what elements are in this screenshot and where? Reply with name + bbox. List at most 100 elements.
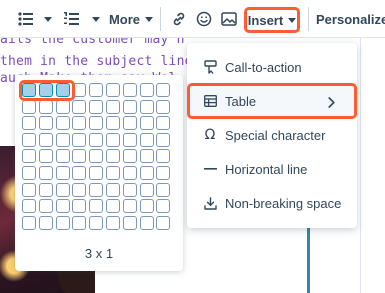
table-grid-cell[interactable]: [38, 149, 53, 164]
table-grid-cell[interactable]: [22, 165, 36, 180]
table-grid-cell[interactable]: [22, 182, 36, 197]
table-grid-cell[interactable]: [22, 99, 36, 114]
table-grid-cell[interactable]: [156, 116, 171, 131]
table-grid-cell[interactable]: [156, 149, 171, 164]
menu-item-non-breaking-space[interactable]: Non-breaking space: [187, 186, 357, 220]
menu-item-call-to-action[interactable]: Call-to-action: [187, 50, 357, 84]
table-grid-cell[interactable]: [105, 83, 120, 97]
table-grid-cell[interactable]: [38, 99, 53, 114]
table-grid-cell[interactable]: [89, 83, 104, 97]
table-grid-cell[interactable]: [72, 149, 87, 164]
table-grid-cell[interactable]: [22, 199, 36, 214]
table-grid-cell[interactable]: [105, 215, 120, 230]
table-grid-cell[interactable]: [89, 149, 104, 164]
table-grid-cell[interactable]: [139, 83, 154, 97]
table-grid-cell[interactable]: [105, 116, 120, 131]
numbered-list-button[interactable]: [60, 0, 84, 38]
table-grid-cell[interactable]: [38, 199, 53, 214]
table-grid-cell[interactable]: [89, 199, 104, 214]
table-grid-cell[interactable]: [156, 99, 171, 114]
emoji-button[interactable]: [193, 0, 215, 38]
table-grid-cell[interactable]: [55, 199, 70, 214]
table-grid-cell[interactable]: [139, 149, 154, 164]
table-grid-cell[interactable]: [38, 83, 53, 97]
toolbar-divider: [308, 7, 309, 31]
table-grid-cell[interactable]: [38, 182, 53, 197]
menu-item-horizontal-line[interactable]: Horizontal line: [187, 152, 357, 186]
table-grid-cell[interactable]: [122, 116, 137, 131]
table-grid-cell[interactable]: [139, 165, 154, 180]
more-button[interactable]: More: [106, 0, 156, 38]
omega-icon: Ω: [204, 127, 216, 143]
table-grid-cell[interactable]: [156, 199, 171, 214]
table-grid-cell[interactable]: [55, 149, 70, 164]
table-grid-cell[interactable]: [105, 132, 120, 147]
table-grid-cell[interactable]: [89, 132, 104, 147]
menu-item-special-character[interactable]: Ω Special character: [187, 118, 357, 152]
table-grid-cell[interactable]: [55, 165, 70, 180]
table-grid-cell[interactable]: [55, 116, 70, 131]
table-grid-cell[interactable]: [139, 199, 154, 214]
table-grid-cell[interactable]: [156, 132, 171, 147]
table-grid-cell[interactable]: [89, 215, 104, 230]
personalize-button[interactable]: Personalize: [316, 0, 385, 38]
table-grid-cell[interactable]: [55, 99, 70, 114]
table-grid-cell[interactable]: [122, 165, 137, 180]
table-grid-cell[interactable]: [105, 199, 120, 214]
table-grid-cell[interactable]: [72, 215, 87, 230]
table-grid-cell[interactable]: [55, 83, 70, 97]
table-grid-cell[interactable]: [122, 83, 137, 97]
table-grid-cell[interactable]: [38, 116, 53, 131]
table-grid-cell[interactable]: [122, 182, 137, 197]
table-grid-cell[interactable]: [105, 165, 120, 180]
chevron-down-icon: [91, 16, 100, 22]
menu-item-table[interactable]: Table: [187, 84, 357, 118]
table-grid-cell[interactable]: [105, 99, 120, 114]
table-grid-cell[interactable]: [122, 199, 137, 214]
insert-button[interactable]: Insert: [244, 7, 300, 33]
table-grid-cell[interactable]: [156, 83, 171, 97]
image-button[interactable]: [218, 0, 240, 38]
table-grid-cell[interactable]: [139, 132, 154, 147]
table-grid-cell[interactable]: [55, 182, 70, 197]
table-grid-cell[interactable]: [72, 182, 87, 197]
table-grid-cell[interactable]: [22, 149, 36, 164]
table-grid-cell[interactable]: [38, 215, 53, 230]
table-grid-cell[interactable]: [89, 165, 104, 180]
table-grid-cell[interactable]: [22, 116, 36, 131]
table-grid-cell[interactable]: [139, 215, 154, 230]
bulleted-list-dropdown[interactable]: [38, 0, 52, 38]
bulleted-list-button[interactable]: [14, 0, 38, 38]
table-grid-cell[interactable]: [156, 165, 171, 180]
table-grid-cell[interactable]: [72, 199, 87, 214]
link-button[interactable]: [168, 0, 190, 38]
table-grid-cell[interactable]: [22, 83, 36, 97]
table-grid-cell[interactable]: [156, 182, 171, 197]
table-grid-cell[interactable]: [105, 149, 120, 164]
table-grid-cell[interactable]: [89, 182, 104, 197]
table-grid-cell[interactable]: [122, 99, 137, 114]
table-grid-cell[interactable]: [122, 149, 137, 164]
table-grid-cell[interactable]: [72, 83, 87, 97]
table-grid-cell[interactable]: [139, 99, 154, 114]
table-grid-cell[interactable]: [22, 132, 36, 147]
table-grid-cell[interactable]: [89, 116, 104, 131]
table-grid-cell[interactable]: [72, 99, 87, 114]
table-grid-cell[interactable]: [38, 132, 53, 147]
table-grid-cell[interactable]: [55, 215, 70, 230]
call-to-action-icon: [203, 60, 217, 74]
table-grid-cell[interactable]: [22, 215, 36, 230]
table-grid-cell[interactable]: [122, 132, 137, 147]
table-grid-cell[interactable]: [122, 215, 137, 230]
numbered-list-dropdown[interactable]: [86, 0, 100, 38]
table-grid-cell[interactable]: [139, 116, 154, 131]
table-grid-cell[interactable]: [72, 132, 87, 147]
table-grid-cell[interactable]: [89, 99, 104, 114]
table-grid-cell[interactable]: [72, 165, 87, 180]
table-grid-cell[interactable]: [55, 132, 70, 147]
table-grid-cell[interactable]: [105, 182, 120, 197]
table-grid-cell[interactable]: [139, 182, 154, 197]
table-grid-cell[interactable]: [156, 215, 171, 230]
table-grid-cell[interactable]: [72, 116, 87, 131]
table-grid-cell[interactable]: [38, 165, 53, 180]
